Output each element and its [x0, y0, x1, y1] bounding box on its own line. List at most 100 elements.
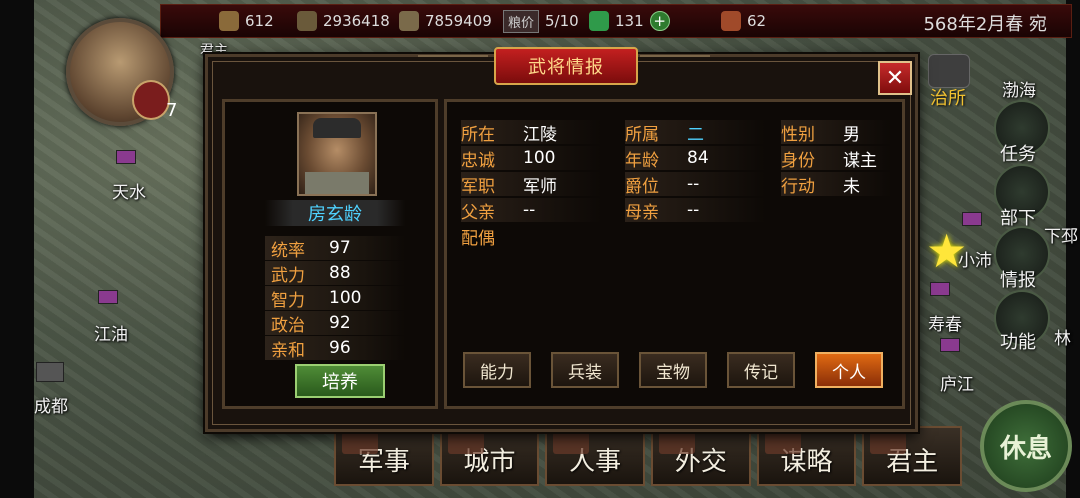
coin-bag-icon [297, 11, 317, 31]
info-label: 忠诚 [461, 150, 495, 171]
tab-personal[interactable]: 个人 [815, 352, 883, 388]
stat-value: 100 [329, 288, 362, 308]
stat-value: 88 [329, 263, 351, 283]
info-label: 爵位 [625, 176, 659, 197]
stat-label: 政治 [271, 315, 305, 336]
stat-label: 统率 [271, 240, 305, 261]
info-value: 84 [687, 148, 709, 168]
general-details-panel: 所在 江陵 所属 二 性别 男 忠诚 100 年龄 84 身份 谋主 军职 军师… [444, 99, 905, 409]
stat-value: 96 [329, 338, 351, 358]
tab-art-icon [553, 432, 590, 454]
info-value: -- [523, 200, 536, 220]
portrait-robe [305, 172, 369, 194]
castle-icon [36, 362, 64, 382]
food-value: 7859409 [425, 12, 492, 30]
city-lujiang[interactable]: 庐江 [940, 370, 974, 395]
tab-art-icon [870, 432, 907, 454]
city-tianshui[interactable]: 天水 [112, 178, 146, 203]
stat-row: 政治 92 [265, 311, 405, 336]
city-shouchun[interactable]: 寿春 [928, 310, 962, 335]
info-age: 年龄 84 [625, 146, 765, 171]
city-flag [116, 150, 136, 164]
screen-edge-right [1066, 0, 1080, 498]
title-ornament [418, 55, 488, 75]
info-value: 二 [687, 124, 704, 145]
intel-label[interactable]: 情报 [1000, 266, 1036, 292]
stat-label: 武力 [271, 265, 305, 286]
gems-value: 131 [615, 12, 644, 30]
city-chengdu[interactable]: 成都 [34, 392, 68, 417]
info-rank: 爵位 -- [625, 172, 765, 197]
info-value: 未 [843, 176, 860, 197]
tab-military[interactable]: 军事 [334, 426, 434, 486]
info-gender: 性别 男 [781, 120, 891, 145]
detail-tabs: 能力 兵装 宝物 传记 个人 [463, 352, 883, 388]
close-button[interactable]: ✕ [878, 61, 912, 95]
city-jiangyou[interactable]: 江油 [94, 320, 128, 345]
add-gems-button[interactable]: + [649, 11, 670, 31]
task-label[interactable]: 任务 [1000, 140, 1036, 166]
info-value: 男 [843, 124, 860, 145]
info-location: 所在 江陵 [461, 120, 601, 145]
resource-gold: 612 [219, 9, 274, 33]
info-label: 父亲 [461, 202, 495, 223]
resource-gems: 131 + [589, 9, 670, 33]
info-post: 军职 军师 [461, 172, 601, 197]
bottom-command-bar: 军事 城市 人事 外交 谋略 君主 [334, 426, 963, 486]
info-faction: 所属 二 [625, 120, 765, 145]
info-label: 年龄 [625, 150, 659, 171]
grain-price[interactable]: 粮价 5/10 [503, 9, 579, 33]
dialog-title: 武将情报 [494, 47, 638, 85]
title-ornament [640, 55, 710, 75]
rest-button[interactable]: 休息 [980, 400, 1072, 492]
info-label: 行动 [781, 176, 815, 197]
resource-bar: 612 2936418 7859409 粮价 5/10 131 + 62 568… [160, 4, 1072, 38]
info-value: 江陵 [523, 124, 557, 145]
info-label: 所在 [461, 124, 495, 145]
stat-value: 92 [329, 313, 351, 333]
resource-orders: 62 [721, 9, 766, 33]
stat-row: 智力 100 [265, 286, 405, 311]
train-button[interactable]: 培养 [295, 364, 385, 398]
general-name: 房玄龄 [265, 200, 405, 226]
grain-icon [399, 11, 419, 31]
tab-city[interactable]: 城市 [439, 426, 540, 486]
stat-label: 智力 [271, 290, 305, 311]
resource-money: 2936418 [297, 9, 390, 33]
general-portrait [297, 112, 377, 196]
capital-icon[interactable] [928, 54, 970, 88]
game-date: 568年2月春 宛 [923, 14, 1047, 35]
info-label: 身份 [781, 150, 815, 171]
tab-diplomacy[interactable]: 外交 [651, 426, 751, 486]
tab-treasure[interactable]: 宝物 [639, 352, 707, 388]
stat-row: 武力 88 [265, 261, 405, 286]
tab-art-icon [764, 432, 801, 454]
capital-label[interactable]: 治所 [930, 84, 966, 110]
info-action: 行动 未 [781, 172, 891, 197]
portrait-hat [313, 118, 361, 138]
stat-row: 统率 97 [265, 236, 405, 261]
tab-strategy[interactable]: 谋略 [756, 426, 857, 486]
functions-label[interactable]: 功能 [1000, 328, 1036, 354]
info-label: 军职 [461, 176, 495, 197]
info-mother: 母亲 -- [625, 198, 765, 223]
info-father: 父亲 -- [461, 198, 601, 223]
info-label: 所属 [625, 124, 659, 145]
tab-art-icon [659, 432, 696, 454]
rank-badge-icon [132, 80, 170, 120]
grain-price-value: 5/10 [545, 12, 579, 30]
info-loyalty: 忠诚 100 [461, 146, 601, 171]
city-partial[interactable]: 林 [1054, 324, 1071, 349]
tab-personnel[interactable]: 人事 [545, 426, 646, 486]
tab-ability[interactable]: 能力 [463, 352, 531, 388]
info-value: 军师 [523, 176, 557, 197]
tab-art-icon [342, 432, 378, 454]
tab-biography[interactable]: 传记 [727, 352, 795, 388]
tab-equipment[interactable]: 兵装 [551, 352, 619, 388]
screen-edge-left [0, 0, 34, 498]
city-xiapi[interactable]: 下邳 [1044, 222, 1078, 247]
city-bohai[interactable]: 渤海 [1002, 76, 1036, 101]
info-label: 性别 [781, 124, 815, 145]
tab-monarch[interactable]: 君主 [862, 426, 963, 486]
gold-value: 612 [245, 12, 274, 30]
